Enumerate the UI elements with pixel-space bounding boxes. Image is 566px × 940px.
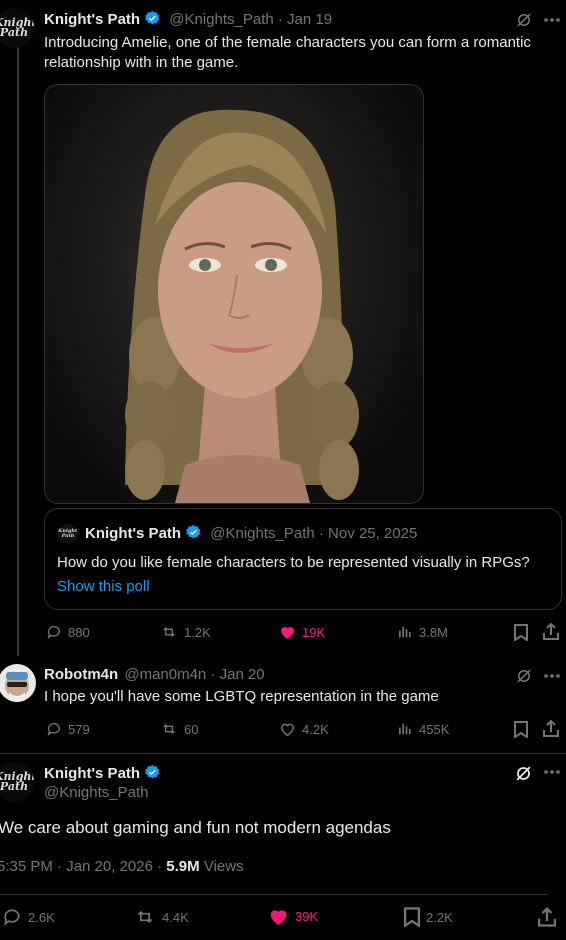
reply-count: 880 [68,624,90,640]
analytics-icon [397,721,413,737]
quote-text: How do you like female characters to be … [57,554,530,571]
share-icon[interactable] [543,623,559,640]
repost-icon [160,721,178,737]
more-icon[interactable] [543,673,561,679]
timestamp[interactable]: · Jan 19 [278,11,332,28]
logo: Knight'sPath [0,16,34,39]
main-post-text: We care about gaming and fun not modern … [0,818,391,837]
logo: Knight'sPath [0,770,34,793]
share-icon[interactable] [543,720,559,737]
post-time[interactable]: 5:35 PM · Jan 20, 2026 · [0,858,162,875]
views-button[interactable]: 3.8M [397,624,448,640]
repost-button[interactable]: 60 [160,721,198,737]
views-count: 3.8M [419,624,448,640]
like-button[interactable]: 19K [279,624,325,640]
reply-text: I hope you'll have some LGBTQ representa… [44,688,439,705]
repost-count: 60 [184,721,199,737]
bookmark-count: 2.2K [426,909,453,925]
post-image[interactable] [44,84,424,504]
heart-filled-icon [279,624,296,640]
views-label: Views [203,858,244,875]
repost-button[interactable]: 4.4K [134,907,189,927]
bookmark-icon[interactable] [514,624,528,641]
robot-avatar-image [5,672,29,702]
reply-count: 2.6K [28,909,55,925]
bookmark-icon [404,907,420,927]
avatar[interactable]: Knight'sPath [0,8,34,48]
analytics-icon [397,624,413,640]
like-button[interactable]: 39K [268,907,318,926]
quote-handle: @Knights_Path [210,525,315,542]
like-count: 4.2K [302,721,329,737]
like-count: 19K [302,624,326,640]
repost-button[interactable]: 1.2K [160,624,211,640]
display-name[interactable]: Knight's Path [44,765,140,782]
verified-badge-icon [144,10,161,27]
more-icon[interactable] [543,17,561,23]
bookmark-icon[interactable] [514,721,528,738]
reply-icon [46,721,62,737]
verified-badge-icon [185,524,202,541]
handle[interactable]: @man0m4n [124,666,206,683]
divider [0,894,548,895]
views-button[interactable]: 455K [397,721,449,737]
display-name[interactable]: Robotm4n [44,666,118,683]
show-poll-link[interactable]: Show this poll [57,578,150,595]
repost-count: 1.2K [184,624,211,640]
views-count: 5.9M [166,858,200,875]
post-text: Introducing Amelie, one of the female ch… [44,34,531,71]
heart-icon [279,721,296,737]
reply-count: 579 [68,721,90,737]
post-meta: 5:35 PM · Jan 20, 2026 · 5.9M Views [0,858,244,875]
logo: Knight'sPath [58,528,78,539]
heart-filled-icon [268,907,289,926]
reply-icon [46,624,62,640]
quote-avatar: Knight'sPath [58,524,78,544]
views-count: 455K [419,721,450,737]
character-portrait [125,109,359,503]
bookmark-button[interactable]: 2.2K [404,907,453,927]
quote-date: · Nov 25, 2025 [318,525,418,542]
post-header: Knight's Path @Knights_Path · Jan 19 [44,10,332,28]
reply-button[interactable]: 2.6K [2,907,55,927]
handle[interactable]: @Knights_Path [44,784,148,801]
like-button[interactable]: 4.2K [279,721,329,737]
like-count: 39K [295,909,319,924]
divider [0,753,566,754]
display-name[interactable]: Knight's Path [44,11,140,28]
repost-icon [160,624,178,640]
avatar[interactable] [0,664,36,702]
share-icon[interactable] [538,907,556,927]
grok-icon[interactable] [514,764,533,783]
thread-line [17,44,19,656]
grok-icon[interactable] [515,11,533,29]
reply-header: Robotm4n @man0m4n · Jan 20 [44,666,265,683]
reply-button[interactable]: 880 [46,624,90,640]
verified-badge-icon [144,764,161,781]
avatar[interactable]: Knight'sPath [0,762,34,802]
grok-icon[interactable] [515,667,533,685]
quote-header: Knight's Path @Knights_Path · Nov 25, 20… [85,524,417,542]
repost-icon [134,907,156,927]
main-name-row: Knight's Path [44,764,161,782]
handle[interactable]: @Knights_Path [169,11,273,28]
reply-button[interactable]: 579 [46,721,90,737]
timestamp[interactable]: · Jan 20 [210,666,264,683]
reply-icon [2,907,22,927]
quote-display-name: Knight's Path [85,525,182,542]
more-icon[interactable] [543,769,561,775]
repost-count: 4.4K [162,909,189,925]
